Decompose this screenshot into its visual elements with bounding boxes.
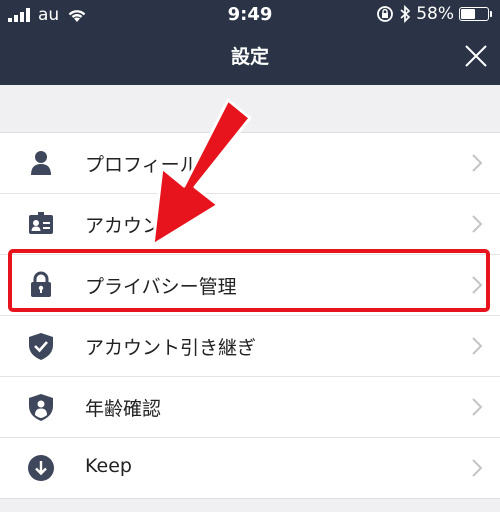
settings-item-account-transfer[interactable]: アカウント引き継ぎ — [0, 316, 500, 377]
bluetooth-icon — [400, 5, 411, 23]
settings-item-age-verification[interactable]: 年齢確認 — [0, 377, 500, 438]
chevron-right-icon — [472, 337, 483, 355]
settings-list: プロフィール アカウント プライバシー管理 アカウント引き継ぎ 年齢確認 Kee… — [0, 132, 500, 499]
settings-item-label: プロフィール — [85, 154, 199, 176]
lock-icon — [31, 271, 51, 297]
settings-item-label: プライバシー管理 — [85, 276, 237, 298]
settings-item-label: アカウント — [85, 215, 181, 237]
shield-person-icon — [29, 394, 53, 421]
person-icon — [31, 151, 51, 175]
settings-item-label: Keep — [85, 455, 132, 477]
id-card-icon — [29, 212, 53, 234]
settings-item-privacy[interactable]: プライバシー管理 — [0, 255, 500, 316]
settings-item-profile[interactable]: プロフィール — [0, 133, 500, 194]
app-header: au 9:49 58% 設定 — [0, 0, 500, 85]
shield-check-icon — [29, 333, 53, 360]
battery-icon — [459, 7, 489, 21]
keep-download-icon — [28, 455, 54, 481]
chevron-right-icon — [472, 154, 483, 172]
settings-item-label: 年齢確認 — [85, 398, 162, 420]
chevron-right-icon — [472, 398, 483, 416]
settings-item-account[interactable]: アカウント — [0, 194, 500, 255]
chevron-right-icon — [472, 459, 483, 477]
chevron-right-icon — [472, 215, 483, 233]
close-icon[interactable] — [464, 44, 488, 68]
page-title: 設定 — [230, 46, 269, 68]
settings-item-keep[interactable]: Keep — [0, 438, 500, 498]
status-bar: au 9:49 58% — [0, 0, 500, 30]
battery-percentage: 58% — [416, 4, 454, 24]
settings-item-label: アカウント引き継ぎ — [85, 337, 257, 359]
chevron-right-icon — [472, 276, 483, 294]
rotation-lock-icon — [377, 6, 394, 22]
